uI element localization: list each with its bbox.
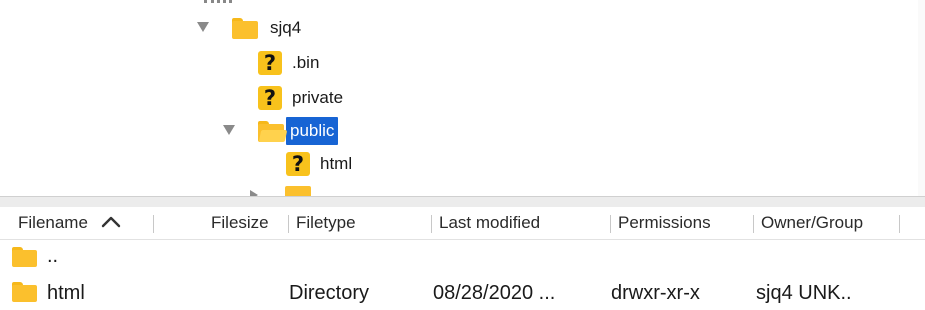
tree-node-bin[interactable]: ? .bin — [258, 49, 323, 77]
column-header-permissions[interactable]: Permissions — [618, 207, 711, 239]
column-label: Filetype — [296, 213, 356, 232]
folder-icon — [232, 17, 258, 39]
column-header-filesize[interactable]: Filesize — [211, 207, 269, 239]
tree-node-label: private — [292, 88, 344, 107]
folder-open-icon — [258, 120, 288, 142]
column-header-filetype[interactable]: Filetype — [296, 207, 356, 239]
folder-icon — [12, 282, 37, 302]
tree-node-label: public — [286, 117, 339, 145]
tree-node-html[interactable]: ? html — [286, 150, 356, 178]
column-divider[interactable] — [753, 215, 754, 233]
file-list[interactable]: .. html Directory 08/28/2020 ... drwxr-x… — [0, 240, 925, 309]
unknown-question-icon: ? — [258, 51, 282, 75]
column-divider[interactable] — [288, 215, 289, 233]
expand-arrow-icon[interactable] — [197, 22, 209, 32]
column-divider[interactable] — [899, 215, 900, 233]
column-label: Permissions — [618, 213, 711, 232]
unknown-question-icon: ? — [286, 152, 310, 176]
sort-ascending-icon — [101, 216, 121, 228]
filetype-cell: Directory — [289, 282, 370, 304]
filename-cell: html — [47, 282, 85, 304]
file-list-header: Filename Filesize Filetype Last modified… — [0, 207, 925, 240]
column-label: Last modified — [439, 213, 541, 232]
tree-node-public[interactable]: public — [258, 117, 339, 145]
tree-node-private[interactable]: ? private — [258, 84, 347, 112]
tree-node-label: .bin — [292, 53, 320, 72]
tree-cutoff-node — [250, 186, 380, 196]
table-row[interactable]: html Directory 08/28/2020 ... drwxr-xr-x… — [0, 276, 925, 310]
column-divider[interactable] — [431, 215, 432, 233]
tree-scrollbar[interactable] — [918, 0, 925, 196]
column-label: Filename — [18, 213, 88, 232]
remote-directory-tree[interactable]: sjq4 ? .bin ? private public ? html — [0, 0, 925, 196]
unknown-question-icon: ? — [258, 86, 282, 110]
column-divider[interactable] — [610, 215, 611, 233]
filename-cell: .. — [47, 245, 59, 267]
column-header-last-modified[interactable]: Last modified — [439, 207, 540, 239]
tree-node-sjq4[interactable]: sjq4 — [232, 14, 305, 42]
tree-node-label: sjq4 — [270, 18, 302, 37]
column-label: Filesize — [211, 213, 269, 232]
column-divider[interactable] — [153, 215, 154, 233]
permissions-cell: drwxr-xr-x — [611, 282, 700, 304]
column-header-owner-group[interactable]: Owner/Group — [761, 207, 863, 239]
tree-cutoff-node — [204, 0, 232, 4]
owner-group-cell: sjq4 UNK.. — [756, 282, 852, 304]
folder-icon — [12, 247, 37, 267]
table-row[interactable]: .. — [0, 241, 925, 275]
last-modified-cell: 08/28/2020 ... — [433, 282, 556, 304]
tree-node-label: html — [320, 154, 353, 173]
column-label: Owner/Group — [761, 213, 864, 232]
column-header-filename[interactable]: Filename — [18, 207, 121, 239]
expand-arrow-icon[interactable] — [223, 125, 235, 135]
